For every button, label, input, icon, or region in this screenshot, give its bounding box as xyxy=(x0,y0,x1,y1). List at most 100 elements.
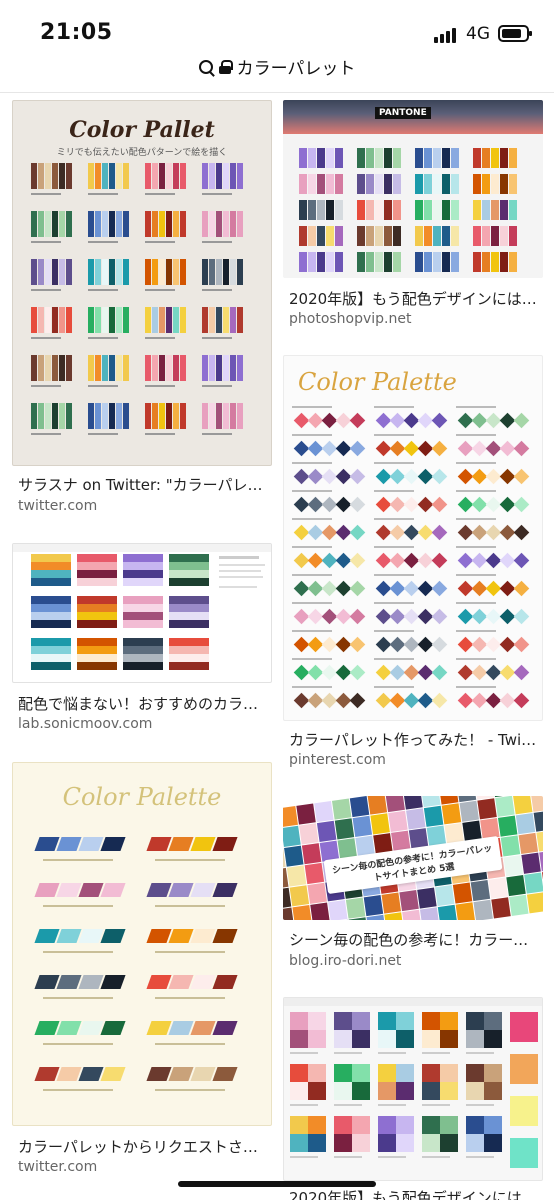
color-swatch xyxy=(223,259,229,285)
color-swatch xyxy=(88,337,118,339)
pantone-logo: PANTONE xyxy=(375,107,431,119)
result-thumbnail[interactable] xyxy=(283,997,543,1181)
result-title[interactable]: カラーパレット作ってみた！ - Twitter xyxy=(289,729,539,750)
result-title[interactable]: サラスナ on Twitter: "カラーパレット xyxy=(18,474,268,495)
color-swatch xyxy=(375,226,383,246)
color-swatch xyxy=(456,546,496,548)
color-swatch xyxy=(223,403,229,429)
color-swatch xyxy=(31,163,37,189)
color-swatch xyxy=(500,174,508,194)
color-swatch xyxy=(335,148,343,168)
color-swatch xyxy=(503,855,524,877)
color-swatch xyxy=(56,883,82,897)
color-swatch xyxy=(396,1064,414,1082)
result-title[interactable]: シーン毎の配色の参考に！カラーパレット xyxy=(289,929,539,950)
color-swatch xyxy=(109,163,115,189)
color-swatch xyxy=(292,658,332,660)
result-site[interactable]: pinterest.com xyxy=(289,752,386,768)
color-swatch xyxy=(190,1067,216,1081)
color-swatch xyxy=(173,211,179,237)
color-swatch xyxy=(513,608,530,625)
color-swatch xyxy=(202,433,232,435)
browser-chrome xyxy=(284,998,542,1006)
color-swatch xyxy=(484,1030,502,1048)
color-swatch xyxy=(455,902,476,920)
color-swatch xyxy=(374,686,414,688)
result-thumbnail[interactable] xyxy=(12,543,272,683)
color-swatch xyxy=(169,604,209,612)
color-swatch xyxy=(308,174,316,194)
color-swatch xyxy=(216,403,222,429)
result-title[interactable]: 配色で悩まない！おすすめのカラーパレット xyxy=(18,693,268,714)
result-site[interactable]: twitter.com xyxy=(18,1159,97,1175)
color-swatch xyxy=(526,892,543,914)
color-swatch xyxy=(384,912,404,920)
battery-icon xyxy=(498,25,532,42)
color-swatch xyxy=(145,289,175,291)
color-swatch xyxy=(78,929,104,943)
color-swatch xyxy=(34,1021,60,1035)
color-swatch xyxy=(510,1012,538,1042)
color-swatch xyxy=(77,620,117,628)
color-swatch xyxy=(173,163,179,189)
result-thumbnail[interactable]: PANTONE xyxy=(283,100,543,278)
color-swatch xyxy=(385,796,405,813)
color-swatch xyxy=(283,825,301,847)
color-swatch xyxy=(378,1134,396,1152)
result-thumbnail[interactable]: Color Pallet ミリでも伝えたい配色パターンで絵を描く xyxy=(12,100,272,466)
result-card-1[interactable]: Color Pallet ミリでも伝えたい配色パターンで絵を描く サラスナ on… xyxy=(12,100,272,520)
color-swatch xyxy=(440,1082,458,1100)
color-swatch xyxy=(152,163,158,189)
result-card-7[interactable]: 2020年版】もう配色デザインには xyxy=(283,997,543,1200)
result-card-5[interactable]: Color Palette カラーパレットからリクエストされた twitter.… xyxy=(12,762,272,1182)
signal-icon xyxy=(434,27,460,43)
color-swatch xyxy=(216,355,222,381)
result-title[interactable]: カラーパレットからリクエストされた xyxy=(18,1136,268,1157)
color-swatch xyxy=(292,406,332,408)
color-swatch xyxy=(533,810,543,832)
color-swatch xyxy=(173,355,179,381)
color-swatch xyxy=(433,174,441,194)
color-swatch xyxy=(159,403,165,429)
color-swatch xyxy=(374,406,414,408)
color-swatch xyxy=(290,1030,308,1048)
color-swatch xyxy=(31,259,37,285)
color-swatch xyxy=(145,433,175,435)
result-thumbnail[interactable]: シーン毎の配色の参考に！カラーパレットサイトまとめ 5選 xyxy=(283,796,543,920)
color-swatch xyxy=(440,1012,458,1030)
color-swatch xyxy=(441,803,462,825)
color-swatch xyxy=(116,355,122,381)
address-bar[interactable]: カラーパレット xyxy=(0,54,554,86)
result-site[interactable]: lab.sonicmoov.com xyxy=(18,716,152,732)
color-swatch xyxy=(431,552,448,569)
result-title[interactable]: 2020年版】もう配色デザインには xyxy=(289,1187,539,1200)
color-swatch xyxy=(155,951,225,953)
color-swatch xyxy=(152,355,158,381)
color-swatch xyxy=(402,909,422,920)
color-swatch xyxy=(159,259,165,285)
result-title[interactable]: 2020年版】もう配色デザインには困らない xyxy=(289,288,539,309)
color-swatch xyxy=(352,815,373,837)
result-thumbnail[interactable]: Color Palette xyxy=(283,355,543,721)
result-site[interactable]: blog.iro-dori.net xyxy=(289,953,401,969)
color-swatch xyxy=(109,307,115,333)
result-site[interactable]: twitter.com xyxy=(18,498,97,514)
color-swatch xyxy=(466,1082,484,1100)
color-swatch xyxy=(159,355,165,381)
result-card-2[interactable]: PANTONE 2020年版】もう配色デザインには困らない photoshopv… xyxy=(283,100,543,330)
color-swatch xyxy=(299,174,307,194)
color-swatch xyxy=(366,200,374,220)
color-swatch xyxy=(357,252,365,272)
result-thumbnail[interactable]: Color Palette xyxy=(12,762,272,1126)
color-swatch xyxy=(31,570,71,578)
color-swatch xyxy=(77,612,117,620)
color-swatch xyxy=(334,1082,352,1100)
color-swatch xyxy=(52,259,58,285)
color-swatch xyxy=(212,975,238,989)
result-card-3[interactable]: 配色で悩まない！おすすめのカラーパレット lab.sonicmoov.com xyxy=(12,543,272,743)
result-card-6[interactable]: シーン毎の配色の参考に！カラーパレットサイトまとめ 5選 シーン毎の配色の参考に… xyxy=(283,796,543,981)
color-swatch xyxy=(451,226,459,246)
result-site[interactable]: photoshopvip.net xyxy=(289,311,412,327)
result-card-4[interactable]: Color Palette カラーパレット作ってみた！ - Twitter pi… xyxy=(283,355,543,775)
color-swatch xyxy=(488,877,508,899)
